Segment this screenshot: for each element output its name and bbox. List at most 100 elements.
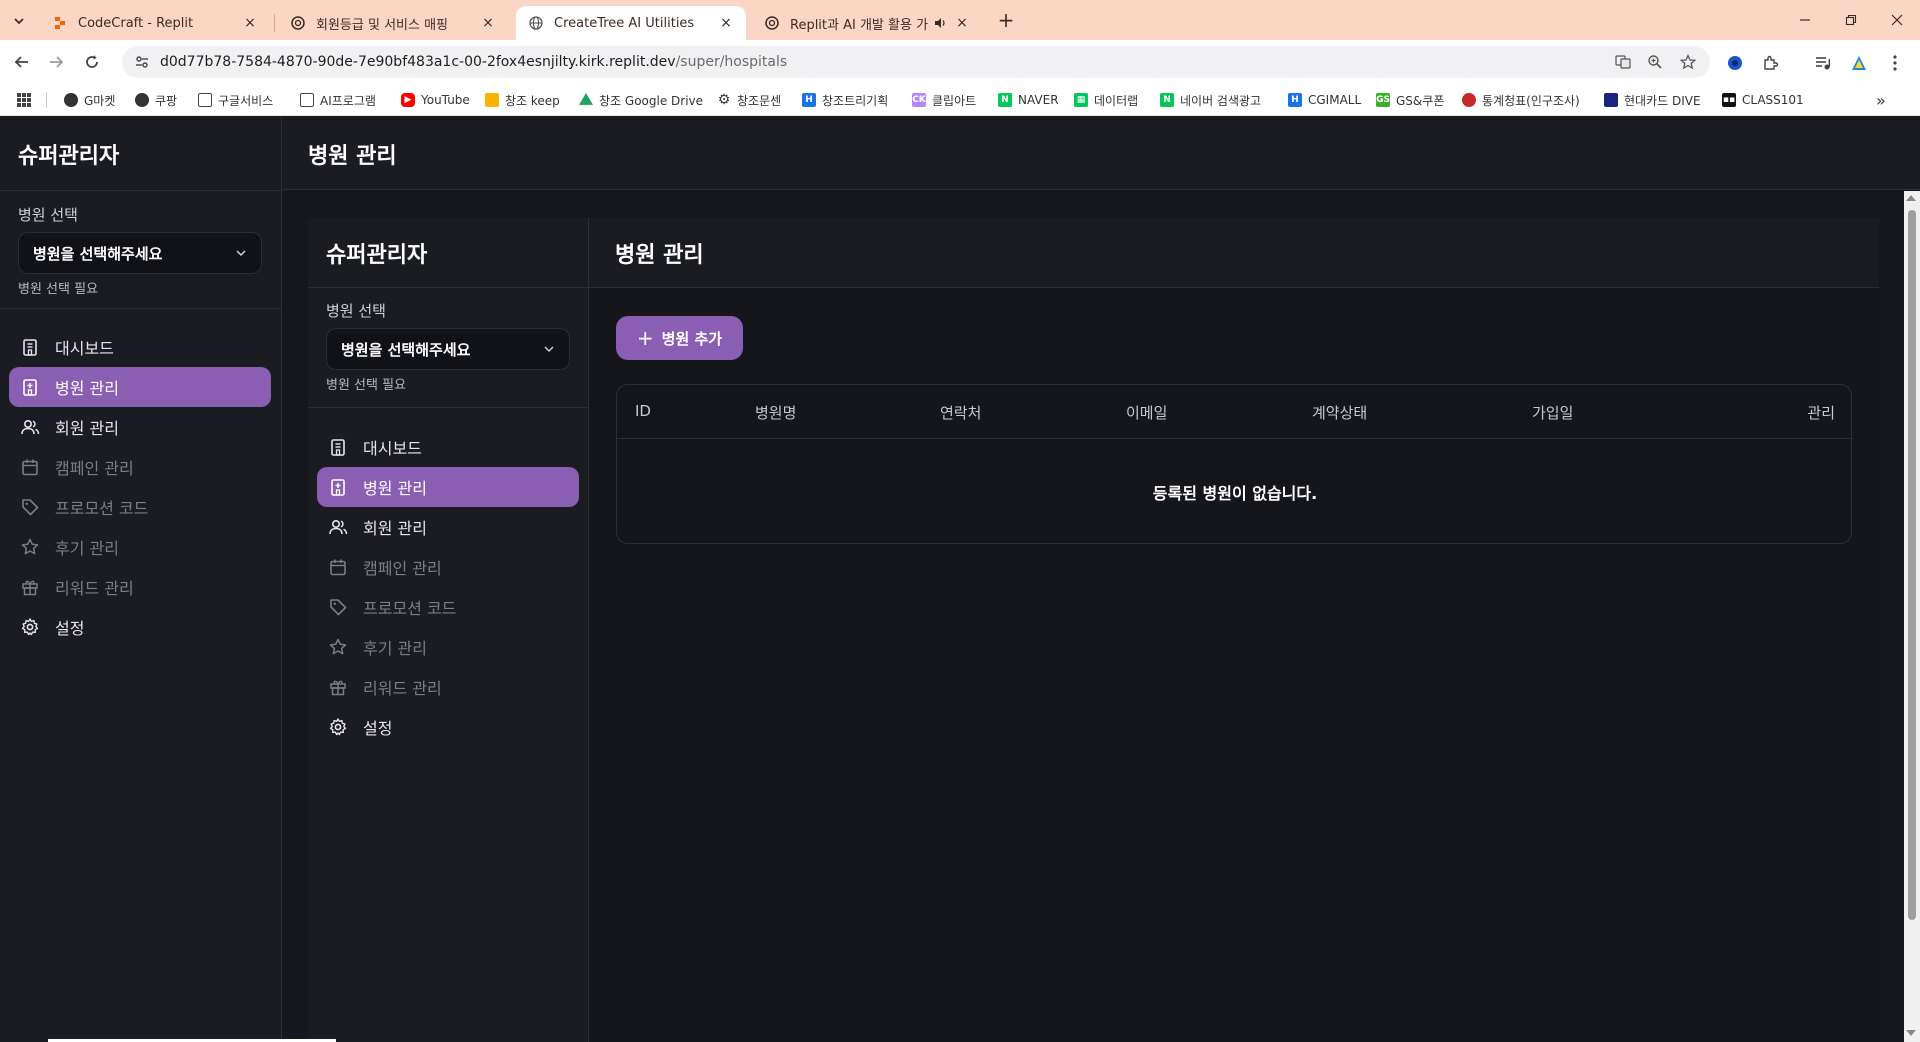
bookmark-label: GS&쿠폰 xyxy=(1396,93,1445,108)
hospital-select[interactable]: 병원을 선택해주세요 xyxy=(18,232,262,274)
browser-menu-icon[interactable] xyxy=(1884,52,1906,74)
bookmark-clipart[interactable]: CK 클립아트 xyxy=(912,91,976,109)
bookmark-google-services[interactable]: 구글서비스 xyxy=(198,91,273,109)
sidebar-item-campaigns[interactable]: 캠페인 관리 xyxy=(9,447,271,487)
outer-header: 병원 관리 xyxy=(282,116,1920,190)
back-arrow-icon[interactable] xyxy=(10,50,34,74)
youtube-icon: ▶ xyxy=(401,93,415,107)
gear-icon: ⚙ xyxy=(717,92,731,108)
hospital-table: ID 병원명 연락처 이메일 계약상태 가입일 관리 등록된 병원이 없습니다. xyxy=(616,384,1853,544)
column-header-id[interactable]: ID xyxy=(635,402,651,420)
tab-replit-guide[interactable]: Replit과 AI 개발 활용 가이 × xyxy=(752,6,982,40)
bookmark-naver-ads[interactable]: N 네이버 검색광고 xyxy=(1160,91,1261,109)
sidebar-item-dashboard[interactable]: 대시보드 xyxy=(9,327,271,367)
column-header-join-date[interactable]: 가입일 xyxy=(1532,402,1573,423)
sidebar-item-members[interactable]: 회원 관리 xyxy=(317,507,579,547)
bookmark-youtube[interactable]: ▶ YouTube xyxy=(401,91,470,109)
sidebar-item-settings[interactable]: 설정 xyxy=(9,607,271,647)
bookmark-munsen[interactable]: ⚙ 창조문센 xyxy=(717,91,781,109)
column-header-contract-status[interactable]: 계약상태 xyxy=(1312,402,1367,423)
bookmarks-more-icon[interactable]: » xyxy=(1876,91,1886,110)
sidebar-item-rewards[interactable]: 리워드 관리 xyxy=(9,567,271,607)
bookmark-label: 통계청표(인구조사) xyxy=(1482,93,1580,108)
window-close-icon[interactable] xyxy=(1874,8,1920,32)
extension-blue-icon[interactable] xyxy=(1724,52,1746,74)
bookmark-statistics[interactable]: 통계청표(인구조사) xyxy=(1462,91,1580,109)
users-icon xyxy=(19,416,41,438)
media-control-icon[interactable] xyxy=(1812,52,1834,74)
profile-avatar-icon[interactable] xyxy=(1848,52,1870,74)
address-bar[interactable]: d0d77b78-7584-4870-90de-7e90bf483a1c-00-… xyxy=(122,46,1710,78)
bookmark-label: AI프로그램 xyxy=(320,93,376,108)
tab-close-icon[interactable]: × xyxy=(242,15,258,31)
bookmark-keep[interactable]: 창조 keep xyxy=(485,91,560,109)
forward-arrow-icon[interactable] xyxy=(44,50,68,74)
sidebar-item-label: 설정 xyxy=(363,719,393,738)
bookmark-tree-planning[interactable]: H 창조트리기획 xyxy=(802,91,888,109)
column-header-email[interactable]: 이메일 xyxy=(1126,402,1167,423)
sidebar-item-promo-codes[interactable]: 프로모션 코드 xyxy=(9,487,271,527)
bookmark-label: CLASS101 xyxy=(1742,93,1804,107)
new-tab-button[interactable]: + xyxy=(992,8,1020,32)
sidebar-item-label: 프로모션 코드 xyxy=(55,499,149,518)
bookmark-star-icon[interactable] xyxy=(1677,52,1699,72)
sidebar-brand: 슈퍼관리자 xyxy=(326,243,428,268)
sidebar-item-members[interactable]: 회원 관리 xyxy=(9,407,271,447)
column-header-contact[interactable]: 연락처 xyxy=(940,402,981,423)
scrollbar-thumb[interactable] xyxy=(1908,210,1916,920)
sidebar-item-promo-codes[interactable]: 프로모션 코드 xyxy=(317,587,579,627)
sidebar-item-reviews[interactable]: 후기 관리 xyxy=(9,527,271,567)
translate-icon[interactable] xyxy=(1612,52,1634,72)
hospital-select[interactable]: 병원을 선택해주세요 xyxy=(326,328,570,370)
bookmark-label: 창조문센 xyxy=(737,93,782,108)
scroll-down-arrow-icon[interactable] xyxy=(1906,1030,1916,1036)
site-info-icon[interactable] xyxy=(132,52,152,72)
sidebar-item-dashboard[interactable]: 대시보드 xyxy=(317,427,579,467)
bookmark-cgimall[interactable]: H CGIMALL xyxy=(1288,91,1361,109)
zoom-icon[interactable] xyxy=(1644,52,1666,72)
table-header-row: ID 병원명 연락처 이메일 계약상태 가입일 관리 xyxy=(617,385,1853,439)
tab-close-icon[interactable]: × xyxy=(718,15,734,31)
column-header-name[interactable]: 병원명 xyxy=(755,402,796,423)
bookmark-datalab[interactable]: ▦ 데이터랩 xyxy=(1074,91,1138,109)
bookmark-gmarket[interactable]: G마켓 xyxy=(64,91,115,109)
bookmark-label: G마켓 xyxy=(84,93,116,108)
audio-playing-icon[interactable] xyxy=(932,15,948,31)
reload-icon[interactable] xyxy=(80,50,104,74)
bookmark-hyundai-card[interactable]: 현대카드 DIVE xyxy=(1604,91,1701,109)
sidebar-item-label: 회원 관리 xyxy=(55,419,119,438)
apps-grid-icon[interactable] xyxy=(16,91,32,109)
hospital-icon xyxy=(19,376,41,398)
tab-search-chevron-icon[interactable] xyxy=(8,10,30,32)
bookmark-coupang[interactable]: 쿠팡 xyxy=(135,91,177,109)
restore-icon[interactable] xyxy=(1828,8,1874,32)
sidebar-item-hospitals[interactable]: 병원 관리 xyxy=(9,367,271,407)
app-viewport: 슈퍼관리자 병원 선택 병원을 선택해주세요 병원 선택 필요 대시보드 병원 관… xyxy=(0,116,1920,1042)
gs-icon: GS xyxy=(1376,93,1390,107)
bookmark-class101[interactable]: ▪▪ CLASS101 xyxy=(1722,91,1804,109)
add-hospital-button[interactable]: + 병원 추가 xyxy=(616,316,743,360)
add-hospital-label: 병원 추가 xyxy=(661,329,723,348)
bookmark-naver[interactable]: N NAVER xyxy=(998,91,1059,109)
tab-close-icon[interactable]: × xyxy=(480,15,496,31)
sidebar-item-reviews[interactable]: 후기 관리 xyxy=(317,627,579,667)
browser-tab-bar: CodeCraft - Replit × 회원등급 및 서비스 매핑 × Cre… xyxy=(0,0,1920,40)
sidebar-brand: 슈퍼관리자 xyxy=(18,144,120,169)
sidebar-item-rewards[interactable]: 리워드 관리 xyxy=(317,667,579,707)
bookmark-google-drive[interactable]: 창조 Google Drive xyxy=(579,91,703,109)
bookmark-gs-coupon[interactable]: GS GS&쿠폰 xyxy=(1376,91,1444,109)
sidebar-item-hospitals[interactable]: 병원 관리 xyxy=(317,467,579,507)
sidebar-item-settings[interactable]: 설정 xyxy=(317,707,579,747)
tab-codecraft[interactable]: CodeCraft - Replit × xyxy=(40,6,270,40)
scroll-up-arrow-icon[interactable] xyxy=(1906,195,1916,201)
minimize-icon[interactable] xyxy=(1782,8,1828,32)
tab-membership[interactable]: 회원등급 및 서비스 매핑 × xyxy=(278,6,508,40)
extensions-puzzle-icon[interactable] xyxy=(1760,52,1782,74)
bookmark-ai-programs[interactable]: AI프로그램 xyxy=(300,91,376,109)
sidebar-item-campaigns[interactable]: 캠페인 관리 xyxy=(317,547,579,587)
tab-close-icon[interactable]: × xyxy=(954,15,970,31)
bookmark-label: CGIMALL xyxy=(1308,93,1362,107)
inner-page: 슈퍼관리자 병원 선택 병원을 선택해주세요 병원 선택 필요 대시보드 병원 관… xyxy=(308,218,1879,1042)
folder-icon xyxy=(198,93,212,107)
tab-createtree-active[interactable]: CreateTree AI Utilities × xyxy=(516,6,746,40)
